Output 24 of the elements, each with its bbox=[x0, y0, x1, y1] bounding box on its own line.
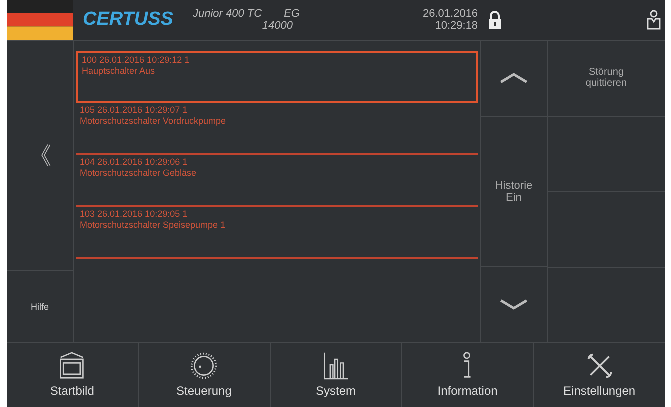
model-name: Junior 400 TC bbox=[193, 8, 262, 20]
floor-label: EG bbox=[284, 8, 300, 20]
message-text: Motorschutzschalter Gebläse bbox=[80, 168, 198, 179]
serial-number: 14000 bbox=[262, 20, 294, 32]
message-text: Hauptschalter Aus bbox=[82, 66, 156, 77]
user-icon[interactable] bbox=[647, 10, 661, 30]
message-header: 104 26.01.2016 10:29:06 1 bbox=[80, 157, 189, 168]
info-icon bbox=[463, 352, 472, 380]
message-text: Motorschutzschalter Speisepumpe 1 bbox=[80, 220, 227, 231]
brand-logo: CERTUSS bbox=[83, 9, 174, 31]
chevron-down-icon bbox=[499, 298, 529, 311]
date-text: 26.01.2016 bbox=[423, 8, 478, 20]
message-header: 103 26.01.2016 10:29:05 1 bbox=[80, 209, 189, 220]
lock-icon[interactable] bbox=[488, 11, 502, 29]
bar-chart-icon bbox=[322, 352, 350, 380]
tools-icon bbox=[586, 352, 614, 380]
flag-icon bbox=[7, 0, 73, 40]
time-text: 10:29:18 bbox=[435, 20, 478, 32]
message-header: 105 26.01.2016 10:29:07 1 bbox=[80, 105, 189, 116]
message-text: Motorschutzschalter Vordruckpumpe bbox=[80, 116, 228, 127]
chevron-up-icon bbox=[499, 72, 529, 84]
dial-icon bbox=[190, 352, 218, 380]
screen-icon bbox=[58, 352, 86, 380]
message-header: 100 26.01.2016 10:29:12 1 bbox=[82, 55, 191, 66]
